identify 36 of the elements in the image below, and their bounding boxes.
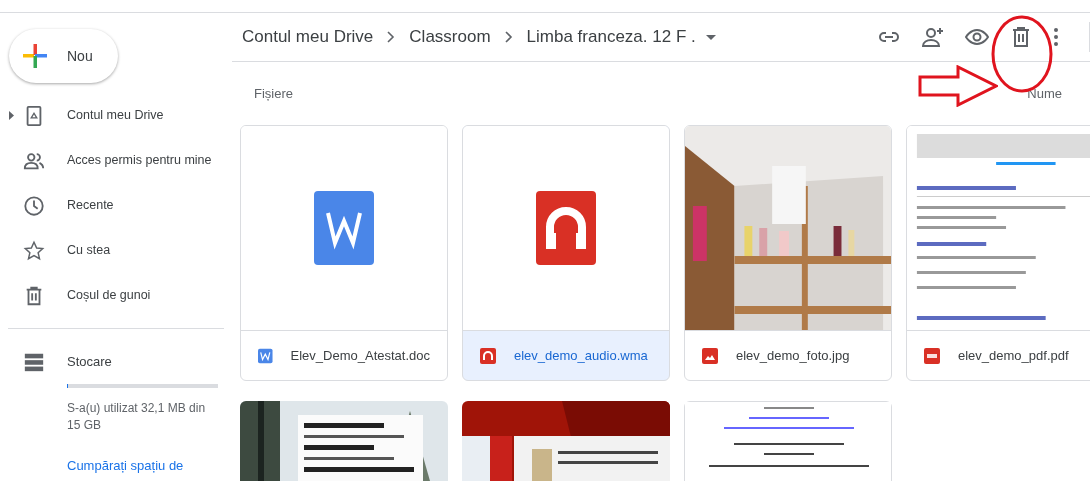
file-card[interactable]: elev_demo_pdf.pdf <box>906 125 1090 381</box>
word-file-icon <box>258 347 273 364</box>
breadcrumb-item[interactable]: Limba franceza. 12 F . <box>526 24 696 50</box>
file-name: elev_demo_audio.wma <box>514 346 648 365</box>
sort-label[interactable]: Nume <box>1027 83 1062 104</box>
headphones-icon <box>480 347 496 364</box>
dropdown-arrow-icon <box>705 34 716 40</box>
file-card[interactable]: elev_demo_audio.wma <box>462 125 670 381</box>
sidebar-item[interactable]: Recente <box>0 183 232 228</box>
file-card[interactable]: Elev_Demo_Atestat.doc <box>240 125 448 381</box>
clock-icon <box>23 194 45 217</box>
chevron-right-icon <box>504 31 513 44</box>
word-file-icon <box>314 191 374 265</box>
plus-icon <box>23 44 47 68</box>
section-title: Fișiere <box>254 84 293 103</box>
sidebar-item[interactable]: Cu stea <box>0 228 232 273</box>
file-name: Elev_Demo_Atestat.doc <box>290 346 430 365</box>
breadcrumb-item[interactable]: Classroom <box>409 24 491 50</box>
new-button[interactable]: Nou <box>9 29 118 83</box>
breadcrumb-item[interactable]: Contul meu Drive <box>242 24 374 50</box>
sidebar-item[interactable]: Stocare <box>0 339 232 384</box>
buy-storage-link[interactable]: Cumpărați spațiu de <box>67 456 232 476</box>
star-icon <box>23 239 45 262</box>
expand-arrow-icon <box>9 111 14 120</box>
file-name: elev_demo_pdf.pdf <box>958 346 1069 365</box>
sidebar-item[interactable]: Coșul de gunoi <box>0 273 232 318</box>
pdf-file-icon <box>924 347 940 364</box>
image-file-icon <box>702 347 718 364</box>
headphones-icon <box>536 191 596 265</box>
add-person-icon <box>921 25 945 50</box>
sidebar-item[interactable]: Acces permis pentru mine <box>0 138 232 183</box>
chevron-right-icon <box>387 31 396 44</box>
file-name: elev_demo_foto.jpg <box>736 346 850 365</box>
sidebar-item[interactable]: Contul meu Drive <box>0 93 232 138</box>
file-card[interactable]: elev_demo_foto.jpg <box>684 125 892 381</box>
storage-usage: S-a(u) utilizat 32,1 MB din 15 GB <box>67 400 207 434</box>
